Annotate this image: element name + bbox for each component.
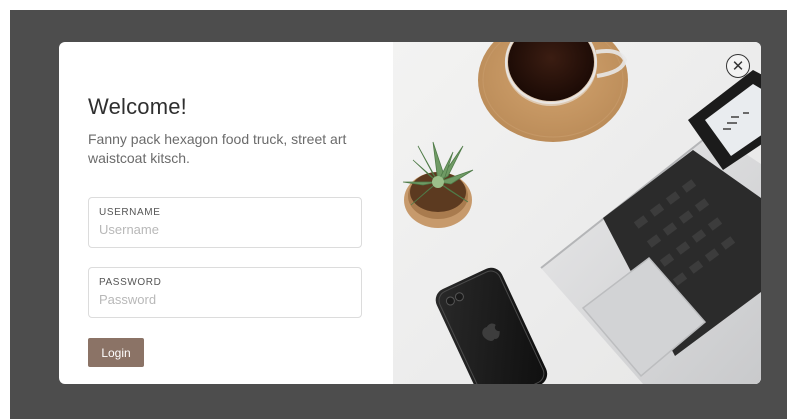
login-form-panel: Welcome! Fanny pack hexagon food truck, … <box>59 42 393 384</box>
close-button[interactable]: ✕ <box>726 54 750 78</box>
smartphone-icon <box>435 267 548 384</box>
username-input[interactable] <box>99 222 351 237</box>
succulent-plant-icon <box>402 141 474 228</box>
login-button[interactable]: Login <box>88 338 144 367</box>
coffee-cup-icon <box>478 42 628 142</box>
username-field[interactable]: USERNAME <box>88 197 362 248</box>
workspace-illustration <box>402 42 761 384</box>
username-label: USERNAME <box>99 207 161 218</box>
close-icon: ✕ <box>731 57 745 75</box>
workspace-photo: ✕ <box>393 42 761 384</box>
modal-subtitle: Fanny pack hexagon food truck, street ar… <box>88 131 347 166</box>
password-input[interactable] <box>99 292 351 307</box>
password-field[interactable]: PASSWORD <box>88 267 362 318</box>
login-modal: Welcome! Fanny pack hexagon food truck, … <box>59 42 761 384</box>
modal-title: Welcome! <box>88 94 187 119</box>
password-label: PASSWORD <box>99 277 162 288</box>
